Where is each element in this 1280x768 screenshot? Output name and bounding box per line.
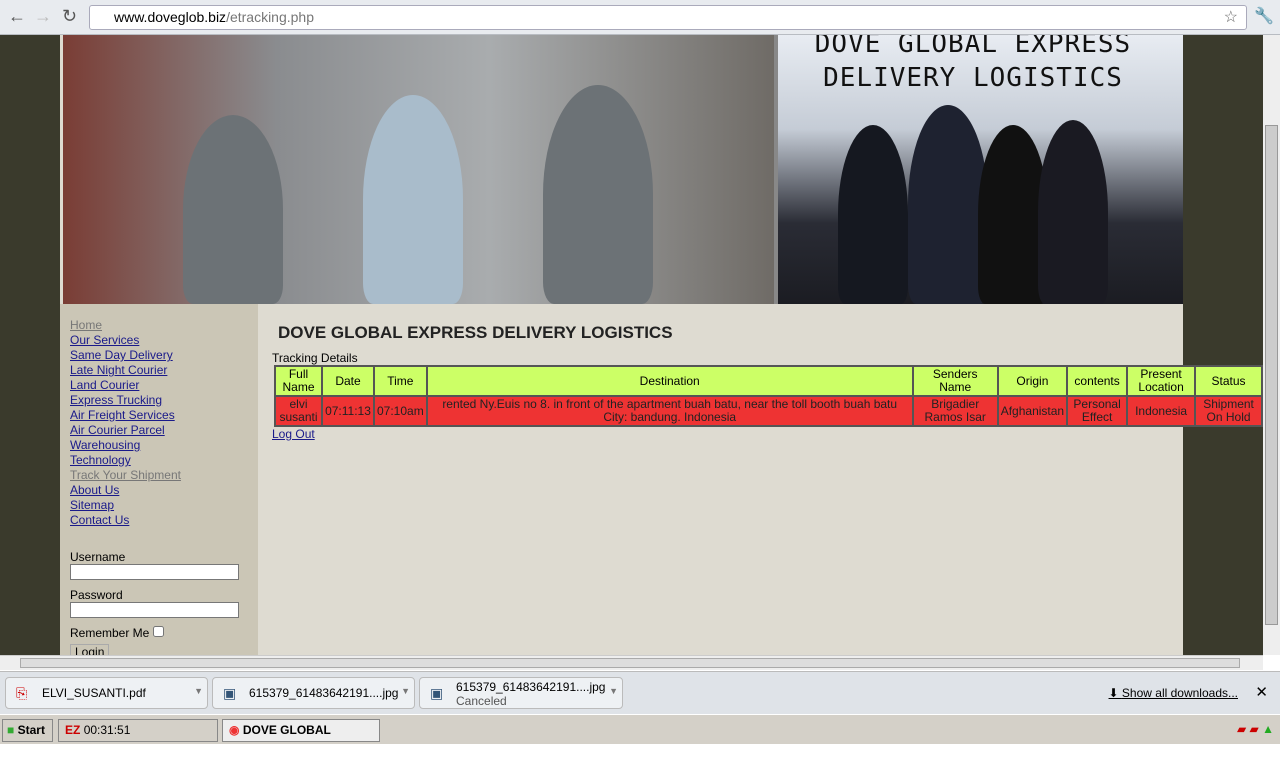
horizontal-scrollbar[interactable] — [0, 655, 1263, 670]
nav-warehousing[interactable]: Warehousing — [70, 438, 248, 453]
cell-full-name: elvi susanti — [274, 395, 323, 427]
bottom-margin — [0, 744, 1280, 768]
banner: DOVE GLOBAL EXPRESS DELIVERY LOGISTICS — [63, 35, 1183, 304]
nav-express-trucking[interactable]: Express Trucking — [70, 393, 248, 408]
tray-icons: ▰ ▰ ▲ — [1236, 722, 1274, 736]
cell-location: Indonesia — [1126, 395, 1197, 427]
username-label: Username — [70, 550, 126, 564]
pdf-icon: ⎘ — [16, 685, 28, 701]
download-item[interactable]: ⎘ ELVI_SUSANTI.pdf ▼ — [5, 677, 208, 709]
nav-sitemap[interactable]: Sitemap — [70, 498, 248, 513]
table-header-row: Full Name Date Time Destination Senders … — [274, 365, 1263, 397]
col-header: Present Location — [1126, 365, 1197, 397]
login-button[interactable]: Login — [70, 644, 110, 655]
cell-time: 07:10am — [373, 395, 428, 427]
show-all-downloads-link[interactable]: ⬇ Show all downloads... — [1109, 686, 1238, 700]
windows-logo-icon: ■ — [7, 723, 15, 737]
url-path: /etracking.php — [226, 9, 315, 25]
taskbar-item[interactable]: EZ 00:31:51 — [58, 719, 218, 742]
banner-workers-image — [63, 35, 774, 304]
table-row: elvi susanti 07:11:13 07:10am rented Ny.… — [274, 395, 1263, 427]
image-file-icon: ▣ — [223, 685, 237, 701]
cell-status: Shipment On Hold — [1194, 395, 1263, 427]
forward-icon[interactable]: → — [34, 6, 52, 27]
taskbar-item-active[interactable]: ◉ DOVE GLOBAL EXPRES... — [222, 719, 380, 758]
cell-destination: rented Ny.Euis no 8. in front of the apa… — [425, 395, 914, 427]
nav-track-shipment[interactable]: Track Your Shipment — [70, 468, 248, 483]
tracking-table: Full Name Date Time Destination Senders … — [274, 365, 1263, 427]
download-item[interactable]: ▣ 615379_61483642191....jpg Canceled ▼ — [419, 677, 623, 709]
address-bar[interactable]: www.doveglob.biz/etracking.php ☆ — [89, 5, 1247, 30]
col-header: Full Name — [274, 365, 323, 397]
password-label: Password — [70, 588, 123, 602]
col-header: Origin — [996, 365, 1069, 397]
logout-link[interactable]: Log Out — [272, 427, 315, 441]
url-host: www.doveglob.biz — [114, 9, 227, 25]
col-header: contents — [1066, 365, 1129, 397]
nav-air-courier-parcel[interactable]: Air Courier Parcel — [70, 423, 248, 438]
chrome-icon: ◉ — [229, 723, 240, 737]
download-item[interactable]: ▣ 615379_61483642191....jpg ▼ — [212, 677, 415, 709]
back-icon[interactable]: ← — [8, 6, 26, 27]
nav-technology[interactable]: Technology — [70, 453, 248, 468]
ez-icon: EZ — [65, 723, 81, 737]
scrollbar-thumb[interactable] — [20, 658, 1240, 668]
close-icon[interactable]: ✕ — [1255, 683, 1268, 701]
nav-air-freight[interactable]: Air Freight Services — [70, 408, 248, 423]
remember-me-checkbox[interactable] — [152, 626, 164, 637]
sidebar-nav: Home Our Services Same Day Delivery Late… — [70, 318, 248, 528]
downloads-bar: ⎘ ELVI_SUSANTI.pdf ▼ ▣ 615379_61483642191..… — [0, 671, 1280, 714]
banner-title: DOVE GLOBAL EXPRESS DELIVERY LOGISTICS — [814, 35, 1132, 93]
username-input[interactable] — [70, 564, 239, 580]
col-header: Destination — [425, 365, 914, 397]
dropdown-arrow-icon[interactable]: ▼ — [401, 686, 410, 696]
col-header: Time — [373, 365, 428, 397]
cell-origin: Afghanistan — [996, 395, 1069, 427]
page-viewport: DOVE GLOBAL EXPRESS DELIVERY LOGISTICS Ho… — [0, 35, 1263, 655]
show-all-label: Show all downloads... — [1121, 686, 1238, 700]
start-label: Start — [17, 723, 45, 737]
nav-land-courier[interactable]: Land Courier — [70, 378, 248, 393]
remember-me-row: Remember Me — [70, 626, 248, 640]
download-name: ELVI_SUSANTI.pdf — [42, 686, 146, 700]
site: DOVE GLOBAL EXPRESS DELIVERY LOGISTICS Ho… — [60, 35, 1263, 655]
nav-same-day-delivery[interactable]: Same Day Delivery — [70, 348, 248, 363]
cell-contents: Personal Effect — [1066, 395, 1129, 427]
scrollbar-thumb[interactable] — [1265, 125, 1278, 625]
page-title: DOVE GLOBAL EXPRESS DELIVERY LOGISTICS — [278, 323, 673, 342]
col-header: Status — [1194, 365, 1263, 397]
taskbar: ■ Start EZ 00:31:51 ◉ DOVE GLOBAL EXPRES… — [0, 714, 1280, 758]
star-icon[interactable]: ☆ — [1224, 6, 1238, 29]
remember-me-label: Remember Me — [70, 626, 150, 640]
tracking-details-label: Tracking Details — [272, 351, 358, 365]
image-file-icon: ▣ — [430, 685, 444, 701]
browser-toolbar: ← → ↻ www.doveglob.biz/etracking.php ☆ 🔧 — [0, 0, 1280, 35]
vertical-scrollbar[interactable] — [1263, 35, 1280, 655]
nav-contact-us[interactable]: Contact Us — [70, 513, 248, 528]
download-name: 615379_61483642191....jpg — [249, 686, 399, 700]
dropdown-arrow-icon[interactable]: ▼ — [609, 686, 618, 696]
col-header: Date — [321, 365, 375, 397]
taskbar-label: 00:31:51 — [83, 723, 131, 737]
nav-our-services[interactable]: Our Services — [70, 333, 248, 348]
cell-date: 07:11:13 — [321, 395, 375, 427]
download-name: 615379_61483642191....jpg — [456, 680, 606, 694]
reload-icon[interactable]: ↻ — [62, 6, 77, 27]
download-status: Canceled — [456, 694, 507, 708]
wrench-icon[interactable]: 🔧 — [1254, 6, 1274, 26]
nav-about-us[interactable]: About Us — [70, 483, 248, 498]
password-input[interactable] — [70, 602, 239, 618]
start-button[interactable]: ■ Start — [2, 719, 53, 742]
cell-sender: Brigadier Ramos Isar — [911, 395, 999, 427]
main-content: DOVE GLOBAL EXPRESS DELIVERY LOGISTICS T… — [272, 323, 1263, 441]
nav-late-night-courier[interactable]: Late Night Courier — [70, 363, 248, 378]
sidebar: Home Our Services Same Day Delivery Late… — [60, 304, 258, 655]
col-header: Senders Name — [911, 365, 999, 397]
nav-home[interactable]: Home — [70, 318, 248, 333]
dropdown-arrow-icon[interactable]: ▼ — [194, 686, 203, 696]
download-arrow-icon: ⬇ — [1108, 686, 1122, 700]
